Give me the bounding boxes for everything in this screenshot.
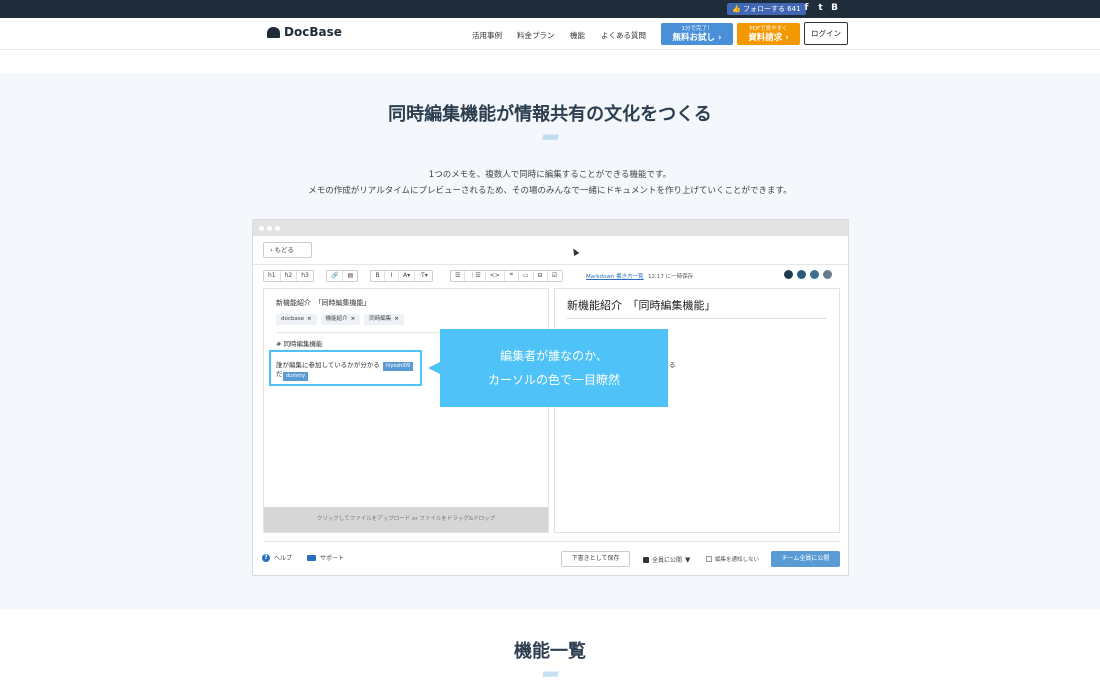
logo[interactable]: DocBase — [267, 25, 342, 39]
section-title: 同時編集機能が情報共有の文化をつくる — [388, 104, 712, 125]
nav-case-studies[interactable]: 活用事例 — [472, 30, 502, 41]
remove-tag-icon[interactable]: × — [394, 316, 399, 322]
tag-chip[interactable]: docbase × — [276, 314, 317, 325]
format-toolbar: B I A▾ ·T▾ — [370, 270, 433, 282]
window-dot — [267, 226, 272, 231]
preview-pane: 新機能紹介 「同時編集機能」 る — [554, 288, 840, 533]
twitter-icon[interactable]: t — [815, 3, 826, 14]
markdown-heading-line: # 同時編集機能 — [276, 340, 323, 348]
callout-arrow — [428, 362, 440, 374]
mail-icon — [307, 554, 316, 561]
tag-chip[interactable]: 同時編集 × — [364, 314, 404, 325]
features-list-title: 機能一覧 — [514, 641, 586, 662]
docbase-logo-icon — [267, 26, 280, 38]
support-link[interactable]: サポート — [307, 553, 344, 562]
free-trial-button[interactable]: 1分で完了！ 無料お試し › — [661, 23, 733, 45]
tag-list: docbase × 機能紹介 × 同時編集 × — [276, 314, 538, 328]
notify-checkbox[interactable] — [706, 556, 712, 562]
attach-toolbar: 🔗 ▤ — [326, 270, 359, 282]
thumbs-up-icon: 👍 — [732, 5, 741, 13]
tag-chip[interactable]: 機能紹介 × — [320, 314, 361, 325]
avatar — [822, 269, 833, 280]
window-dot — [259, 226, 264, 231]
block-toolbar: ☰ ⋮☰ <> ❝ ▭ ⊟ ☑ — [450, 270, 563, 282]
preview-text: る — [669, 361, 676, 369]
login-button[interactable]: ログイン — [804, 22, 848, 45]
horizontal-rule-icon[interactable]: ▭ — [519, 271, 534, 281]
remove-tag-icon[interactable]: × — [351, 316, 356, 322]
logo-text: DocBase — [284, 25, 342, 39]
caret-down-icon: ▼ — [685, 555, 691, 564]
numbered-list-icon[interactable]: ⋮☰ — [465, 271, 486, 281]
hatena-bookmark-icon[interactable]: B — [829, 3, 840, 14]
italic-button[interactable]: I — [385, 271, 399, 281]
link-icon[interactable]: 🔗 — [327, 271, 344, 281]
question-icon: ? — [262, 553, 270, 562]
memo-title-input[interactable]: 新機能紹介 「同時編集機能」 — [276, 298, 371, 308]
collaborator-cursor-label: dummy — [283, 372, 309, 381]
visibility-select[interactable]: 全員に公開 ▼ — [643, 555, 690, 564]
table-icon[interactable]: ⊟ — [534, 271, 548, 281]
editor-pane[interactable]: 新機能紹介 「同時編集機能」 docbase × 機能紹介 × 同時編集 × # 同時… — [263, 288, 549, 533]
editing-text-line: 誰が編集に参加しているかが分かる — [276, 361, 380, 369]
text-size-button[interactable]: ·T▾ — [415, 271, 432, 281]
checkbox-icon[interactable]: ☑ — [548, 271, 562, 281]
autosave-status: 12:17 に一時保存 — [648, 274, 694, 280]
bullet-list-icon[interactable]: ☰ — [451, 271, 466, 281]
markdown-help-link[interactable]: Markdown 書き方一覧 — [586, 272, 644, 280]
window-chrome — [253, 220, 848, 236]
social-bar: 👍 フォローする 641 f t B — [0, 0, 1100, 18]
facebook-follow-button[interactable]: 👍 フォローする 641 — [727, 3, 806, 15]
heading-toolbar: h1 h2 h3 — [263, 270, 314, 282]
help-link[interactable]: ? ヘルプ — [262, 553, 292, 562]
facebook-icon[interactable]: f — [801, 3, 812, 14]
lock-icon — [643, 556, 649, 563]
back-button[interactable]: ‹ もどる — [263, 242, 312, 258]
text-color-button[interactable]: A▾ — [399, 271, 416, 281]
save-draft-button[interactable]: 下書きとして保存 — [561, 551, 630, 567]
divider — [253, 264, 848, 265]
h3-button[interactable]: h3 — [297, 271, 313, 281]
editing-text-line: だ — [276, 370, 283, 378]
bold-button[interactable]: B — [371, 271, 385, 281]
divider — [567, 318, 827, 319]
avatar — [809, 269, 820, 280]
request-docs-button[interactable]: PDFで見やすく 資料請求 › — [737, 23, 800, 45]
file-upload-dropzone[interactable]: クリックしてファイルをアップロード or ファイルをドラッグ&ドロップ — [264, 507, 548, 532]
section-description-line1: 1つのメモを、複数人で同時に編集することができる機能です。 — [428, 170, 672, 180]
feature-callout: 編集者が誰なのか、 カーソルの色で一目瞭然 — [440, 329, 668, 407]
collaborator-cursor-label: hiyoshi09 — [383, 362, 414, 371]
notify-toggle[interactable]: 編集を通知しない — [706, 555, 759, 563]
avatar — [783, 269, 794, 280]
h2-button[interactable]: h2 — [281, 271, 298, 281]
section-description-line2: メモの作成がリアルタイムにプレビューされるため、その場のみんなで一緒にドキュメン… — [308, 186, 792, 196]
nav-features[interactable]: 機能 — [570, 30, 585, 41]
file-icon[interactable]: ▤ — [343, 271, 357, 281]
preview-title: 新機能紹介 「同時編集機能」 — [567, 299, 716, 312]
site-header: DocBase 活用事例 料金プラン 機能 よくある質問 1分で完了！ 無料お試… — [0, 18, 1100, 50]
divider — [263, 541, 840, 542]
nav-pricing[interactable]: 料金プラン — [517, 30, 555, 41]
publish-button[interactable]: チーム全員に公開 — [771, 551, 840, 567]
h1-button[interactable]: h1 — [264, 271, 281, 281]
window-dot — [275, 226, 280, 231]
remove-tag-icon[interactable]: × — [307, 316, 312, 322]
nav-faq[interactable]: よくある質問 — [601, 30, 646, 41]
quote-icon[interactable]: ❝ — [505, 271, 519, 281]
code-icon[interactable]: <> — [486, 271, 505, 281]
avatar — [796, 269, 807, 280]
title-decoration: /////////////// — [542, 134, 558, 141]
title-decoration: /////////////// — [542, 671, 558, 678]
